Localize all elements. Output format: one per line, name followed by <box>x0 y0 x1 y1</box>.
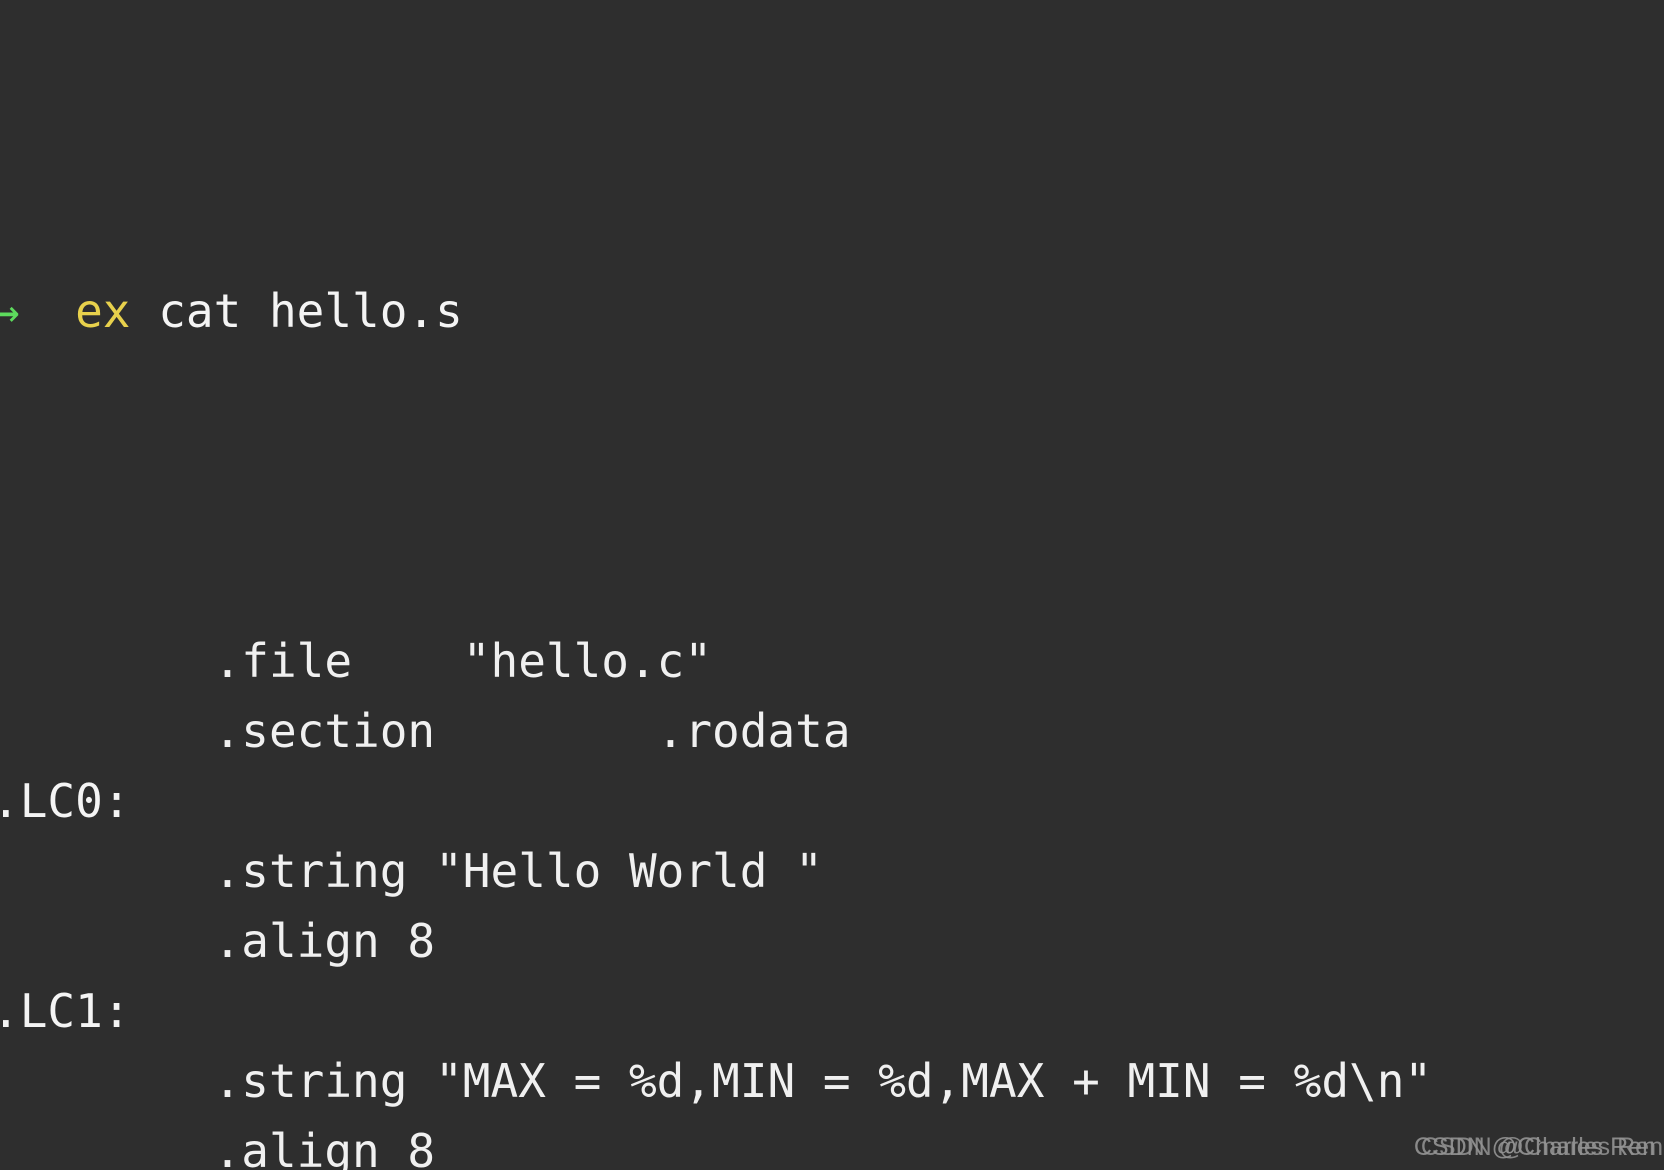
command-line: → ex cat hello.s <box>0 276 1664 346</box>
asm-label-line: .LC0: <box>0 766 1664 836</box>
assembly-listing: .file "hello.c" .section .rodata .LC0: .s… <box>0 626 1664 1170</box>
prompt-arrow-icon: → <box>0 284 20 338</box>
line-text: .align 8 <box>213 914 436 968</box>
asm-directive-line: .section .rodata <box>0 696 1664 766</box>
prompt-gap <box>20 284 75 338</box>
terminal-output: → ex cat hello.s .file "hello.c" .sectio… <box>0 0 1664 1170</box>
line-text: .string "Hello World " <box>213 844 823 898</box>
asm-directive-line: .string "MAX = %d,MIN = %d,MAX + MIN = %… <box>0 1046 1664 1116</box>
asm-label-line: .LC1: <box>0 976 1664 1046</box>
command-text: cat hello.s <box>158 284 463 338</box>
command-gap <box>130 284 158 338</box>
line-text: .LC1: <box>0 984 131 1038</box>
asm-directive-line: .align 8 <box>0 906 1664 976</box>
line-text: .string "MAX = %d,MIN = %d,MAX + MIN = %… <box>213 1054 1433 1108</box>
prompt-context-label: ex <box>75 284 131 338</box>
line-text: .LC0: <box>0 774 131 828</box>
line-text: .align 8 <box>213 1124 436 1170</box>
asm-directive-line: .align 8 <box>0 1116 1664 1170</box>
line-text: .file "hello.c" <box>213 634 713 688</box>
terminal-window[interactable]: → ex cat hello.s .file "hello.c" .sectio… <box>0 0 1664 1170</box>
asm-directive-line: .string "Hello World " <box>0 836 1664 906</box>
line-text: .section .rodata <box>213 704 851 758</box>
asm-directive-line: .file "hello.c" <box>0 626 1664 696</box>
